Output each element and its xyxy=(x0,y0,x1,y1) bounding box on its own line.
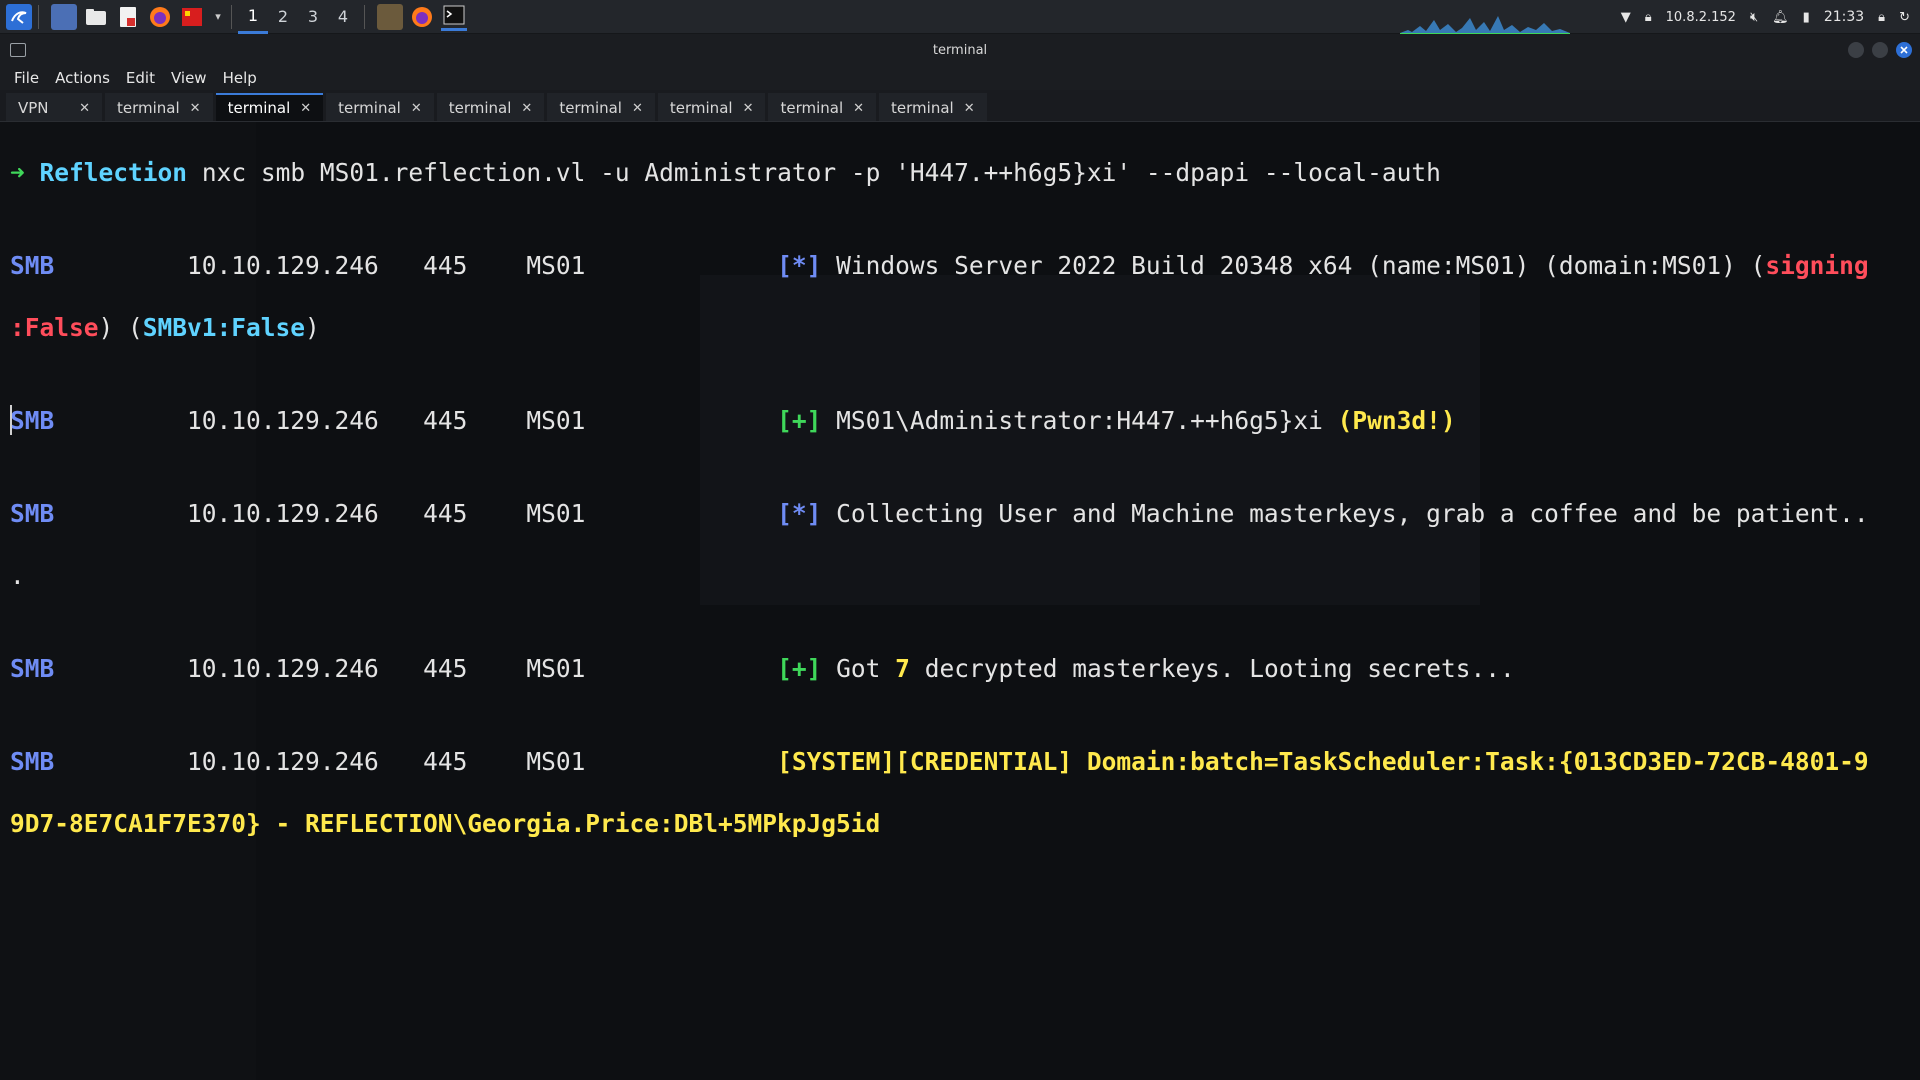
minimize-button[interactable] xyxy=(1848,42,1864,58)
battery-icon[interactable]: ▮ xyxy=(1803,10,1810,25)
workspace-3[interactable]: 3 xyxy=(298,0,328,34)
prompt-arrow: ➜ xyxy=(10,158,25,187)
panel-separator xyxy=(38,4,39,29)
show-desktop-icon[interactable] xyxy=(51,3,77,30)
close-tab-icon[interactable]: ✕ xyxy=(190,101,201,116)
window-thumbnail-icon[interactable] xyxy=(377,3,403,30)
prompt-directory: Reflection xyxy=(39,158,188,187)
network-graph-icon xyxy=(1400,16,1570,34)
tab-terminal[interactable]: terminal ✕ xyxy=(547,93,655,121)
tab-terminal-active[interactable]: terminal ✕ xyxy=(215,93,324,121)
firefox-icon[interactable] xyxy=(147,4,173,30)
workspace-2[interactable]: 2 xyxy=(268,0,298,34)
output-line: SMB 10.10.129.246 445 MS01 [*] Windows S… xyxy=(10,251,1869,280)
vpn-lock-icon[interactable]: 🔒︎ xyxy=(1645,10,1652,25)
command-line: ➜ Reflection nxc smb MS01.reflection.vl … xyxy=(10,157,1910,188)
close-tab-icon[interactable]: ✕ xyxy=(964,101,975,116)
chevron-down-icon[interactable]: ▾ xyxy=(211,4,225,30)
output-line-wrap: :False) (SMBv1:False) xyxy=(10,313,320,342)
close-window-button[interactable] xyxy=(1896,42,1912,58)
menu-file[interactable]: File xyxy=(14,69,39,87)
output-line: SMB 10.10.129.246 445 MS01 [+] MS01\Admi… xyxy=(10,406,1456,435)
terminal-output[interactable]: ➜ Reflection nxc smb MS01.reflection.vl … xyxy=(10,126,1910,870)
maximize-button[interactable] xyxy=(1872,42,1888,58)
tab-terminal[interactable]: terminal ✕ xyxy=(105,93,213,121)
taskbar-firefox-icon[interactable] xyxy=(409,4,435,30)
file-manager-icon[interactable] xyxy=(83,4,109,30)
menu-bar: File Actions Edit View Help xyxy=(0,66,1920,90)
command-text: nxc smb MS01.reflection.vl -u Administra… xyxy=(201,158,1441,187)
terminal-tab-bar: VPN ✕ terminal ✕ terminal ✕ terminal ✕ termi… xyxy=(0,90,1920,122)
workspace-4[interactable]: 4 xyxy=(328,0,358,34)
output-line-wrap: 9D7-8E7CA1F7E370} - REFLECTION\Georgia.P… xyxy=(10,809,881,838)
tab-terminal[interactable]: terminal ✕ xyxy=(326,93,434,121)
tab-terminal[interactable]: terminal ✕ xyxy=(768,93,877,121)
output-line: SMB 10.10.129.246 445 MS01 [+] Got 7 dec… xyxy=(10,654,1515,683)
mute-icon[interactable]: 🔇︎ xyxy=(1750,10,1758,25)
close-tab-icon[interactable]: ✕ xyxy=(300,101,311,116)
notification-bell-icon[interactable]: 🔔︎ xyxy=(1772,10,1789,25)
app-red-icon[interactable] xyxy=(179,4,205,30)
ip-address: 10.8.2.152 xyxy=(1665,9,1736,25)
tab-terminal[interactable]: terminal ✕ xyxy=(436,93,545,121)
close-tab-icon[interactable]: ✕ xyxy=(521,101,532,116)
output-line-wrap: . xyxy=(10,561,25,590)
close-tab-icon[interactable]: ✕ xyxy=(743,101,754,116)
close-tab-icon[interactable]: ✕ xyxy=(853,101,864,116)
power-refresh-icon[interactable]: ↻ xyxy=(1899,10,1910,25)
close-tab-icon[interactable]: ✕ xyxy=(79,101,90,116)
lock-screen-icon[interactable]: 🔒︎ xyxy=(1878,10,1885,25)
terminal-window-icon[interactable] xyxy=(10,43,26,57)
wifi-icon[interactable]: ▼ xyxy=(1621,10,1631,25)
tab-vpn[interactable]: VPN ✕ xyxy=(6,93,102,121)
menu-help[interactable]: Help xyxy=(223,69,257,87)
window-title: terminal xyxy=(932,42,988,58)
text-cursor xyxy=(10,405,12,435)
tab-terminal[interactable]: terminal ✕ xyxy=(879,93,987,121)
kali-menu-icon[interactable] xyxy=(6,3,32,30)
close-tab-icon[interactable]: ✕ xyxy=(411,101,422,116)
workspace-1[interactable]: 1 xyxy=(238,0,268,34)
system-tray: ▼ 🔒︎ 10.8.2.152 🔇︎ 🔔︎ ▮ 21:33 🔒︎ ↻ xyxy=(1621,0,1920,34)
window-titlebar: terminal xyxy=(0,34,1920,66)
tab-terminal[interactable]: terminal ✕ xyxy=(657,93,766,121)
text-editor-icon[interactable] xyxy=(115,4,141,30)
close-tab-icon[interactable]: ✕ xyxy=(632,101,643,116)
clock: 21:33 xyxy=(1823,9,1865,25)
panel-separator xyxy=(231,4,232,29)
panel-separator xyxy=(364,4,365,29)
menu-edit[interactable]: Edit xyxy=(126,69,155,87)
system-panel: ▾ 1 2 3 4 ▼ 🔒︎ 10.8.2.152 🔇︎ 🔔︎ ▮ 21:33 … xyxy=(0,0,1920,34)
output-line: SMB 10.10.129.246 445 MS01 [*] Collectin… xyxy=(10,499,1869,528)
output-line: SMB 10.10.129.246 445 MS01 [SYSTEM][CRED… xyxy=(10,747,1869,776)
menu-actions[interactable]: Actions xyxy=(55,69,110,87)
taskbar-terminal-icon[interactable] xyxy=(441,2,467,31)
menu-view[interactable]: View xyxy=(171,69,207,87)
